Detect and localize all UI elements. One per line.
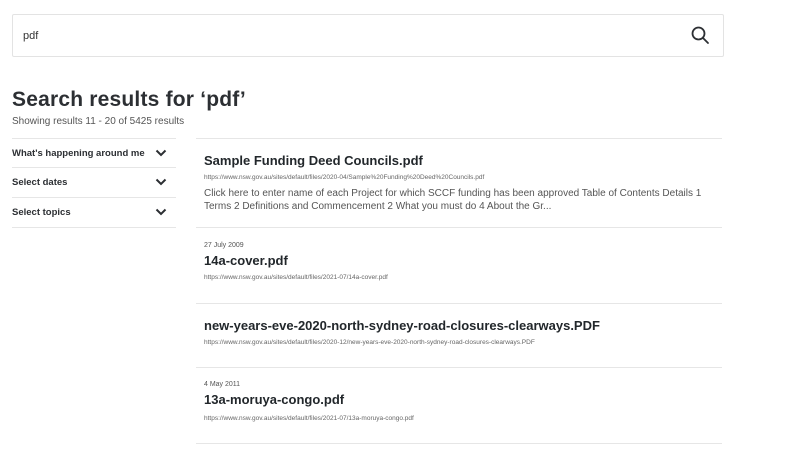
result-item: 4 May 2011 13a-moruya-congo.pdf https://… xyxy=(196,367,722,443)
chevron-down-icon xyxy=(155,178,167,186)
result-date: 27 July 2009 xyxy=(204,242,244,249)
search-icon xyxy=(691,26,709,44)
result-title-link[interactable]: Sample Funding Deed Councils.pdf xyxy=(204,153,423,168)
result-item: new-years-eve-2020-north-sydney-road-clo… xyxy=(196,303,722,367)
filter-label: Select dates xyxy=(12,177,68,188)
result-item: 27 July 2009 14a-cover.pdf https://www.n… xyxy=(196,227,722,303)
chevron-down-icon xyxy=(155,149,167,157)
filter-panel: What's happening around me Select dates … xyxy=(12,138,176,228)
results-count: Showing results 11 - 20 of 5425 results xyxy=(12,116,185,127)
result-date: 4 May 2011 xyxy=(204,381,241,388)
filter-select-dates[interactable]: Select dates xyxy=(12,168,176,198)
result-url-link[interactable]: https://www.nsw.gov.au/sites/default/fil… xyxy=(204,339,535,346)
result-description: Click here to enter name of each Project… xyxy=(204,188,702,212)
results-list: Sample Funding Deed Councils.pdf https:/… xyxy=(196,138,722,444)
page-title: Search results for ‘pdf’ xyxy=(12,88,246,111)
result-title-link[interactable]: new-years-eve-2020-north-sydney-road-clo… xyxy=(204,318,600,333)
result-url-link[interactable]: https://www.nsw.gov.au/sites/default/fil… xyxy=(204,415,414,422)
result-title-link[interactable]: 13a-moruya-congo.pdf xyxy=(204,392,344,407)
result-item: Sample Funding Deed Councils.pdf https:/… xyxy=(196,138,722,227)
filter-label: What's happening around me xyxy=(12,148,145,159)
search-box xyxy=(12,14,724,57)
search-input[interactable] xyxy=(23,15,663,56)
filter-select-topics[interactable]: Select topics xyxy=(12,198,176,228)
result-url-link[interactable]: https://www.nsw.gov.au/sites/default/fil… xyxy=(204,274,388,281)
search-button[interactable] xyxy=(689,25,711,47)
result-url-link[interactable]: https://www.nsw.gov.au/sites/default/fil… xyxy=(204,174,484,181)
chevron-down-icon xyxy=(155,208,167,216)
result-title-link[interactable]: 14a-cover.pdf xyxy=(204,253,288,268)
filter-label: Select topics xyxy=(12,207,71,218)
divider xyxy=(196,443,722,444)
filter-whats-happening[interactable]: What's happening around me xyxy=(12,138,176,168)
